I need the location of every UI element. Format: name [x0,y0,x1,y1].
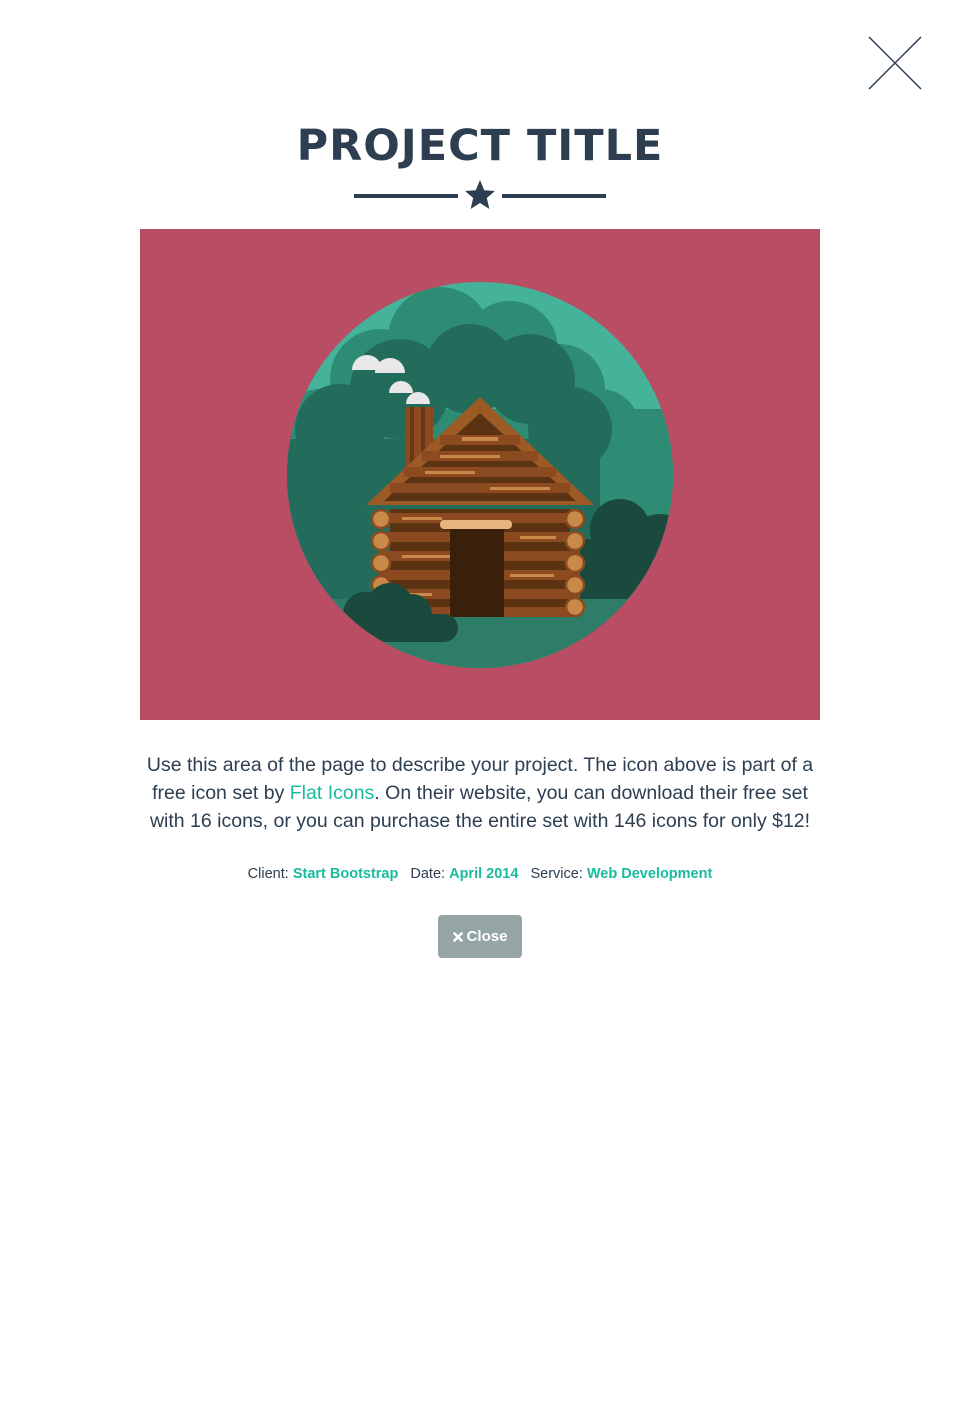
star-icon [465,180,495,209]
date-label: Date: [410,866,446,882]
star-divider [354,178,606,212]
project-description: Use this area of the page to describe yo… [140,751,820,835]
service-label: Service: [530,866,583,882]
client-link[interactable]: Start Bootstrap [293,866,399,882]
client-detail: Client: Start Bootstrap [248,866,399,882]
times-icon [452,931,463,942]
date-link[interactable]: April 2014 [449,866,518,882]
close-button[interactable]: Close [438,915,522,958]
flat-icons-link[interactable]: Flat Icons [290,782,375,804]
close-button-label: Close [466,928,508,945]
service-detail: Service: Web Development [530,866,712,882]
project-title: PROJECT TITLE [296,121,664,171]
date-detail: Date: April 2014 [410,866,518,882]
project-image [140,229,820,720]
close-modal-icon[interactable] [866,34,924,92]
service-link[interactable]: Web Development [587,866,712,882]
log-cabin-illustration [287,282,673,668]
portfolio-modal: PROJECT TITLE Use this area of the page … [0,0,960,1417]
client-label: Client: [247,866,289,882]
project-details: Client: Start Bootstrap Date: April 2014… [0,864,960,884]
